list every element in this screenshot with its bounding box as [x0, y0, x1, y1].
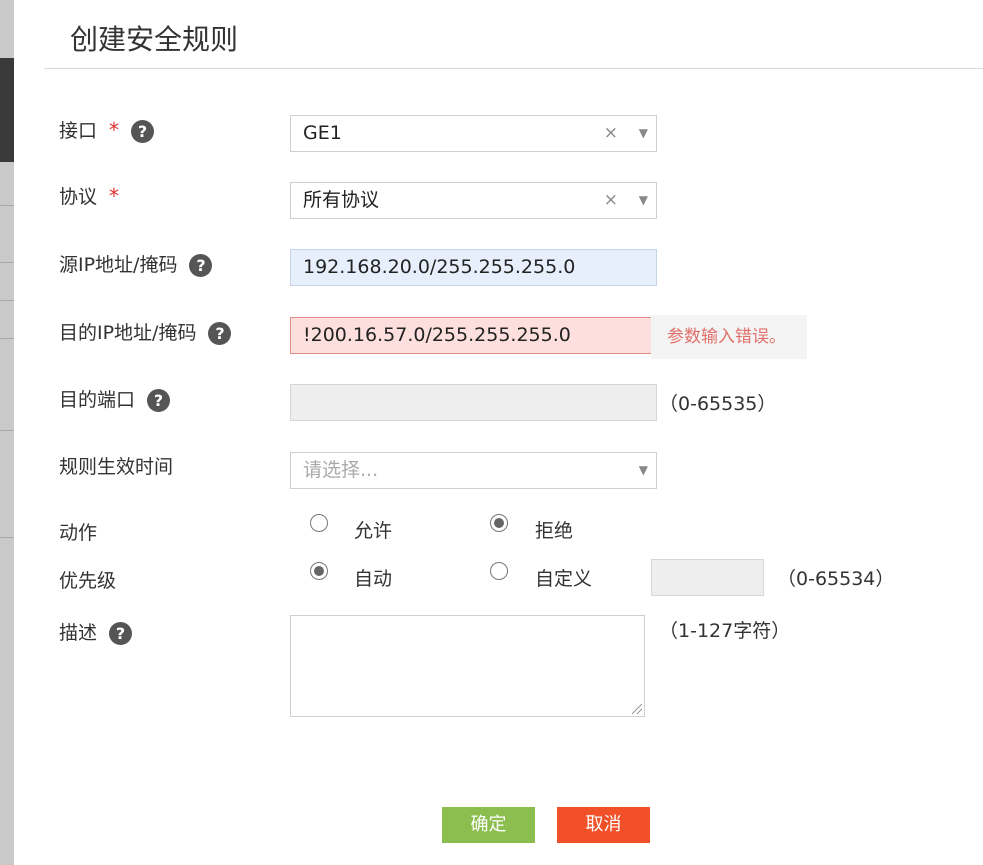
background-divider	[0, 205, 14, 206]
priority-label-row: 优先级	[59, 566, 116, 593]
background-divider	[0, 300, 14, 301]
priority-custom-radio[interactable]	[490, 562, 508, 580]
source-ip-value: 192.168.20.0/255.255.255.0	[303, 256, 576, 278]
priority-range-hint: （0-65534）	[777, 568, 895, 590]
help-icon[interactable]: ?	[109, 622, 133, 645]
protocol-value: 所有协议	[303, 189, 380, 211]
action-label-row: 动作	[59, 518, 97, 545]
resize-handle-icon[interactable]	[632, 704, 642, 714]
priority-custom-input[interactable]	[651, 559, 764, 596]
description-label-row: 描述?	[59, 618, 133, 645]
interface-value: GE1	[303, 122, 342, 144]
action-label: 动作	[59, 522, 98, 544]
dialog-title: 创建安全规则	[70, 23, 239, 56]
action-deny-radio[interactable]	[490, 514, 508, 532]
clear-icon[interactable]: ×	[604, 183, 618, 218]
chevron-down-icon[interactable]: ▼	[639, 453, 648, 488]
protocol-select[interactable]: 所有协议 × ▼	[290, 182, 657, 219]
dest-ip-label: 目的IP地址/掩码	[59, 322, 197, 344]
interface-select[interactable]: GE1 × ▼	[290, 115, 657, 152]
source-ip-input[interactable]: 192.168.20.0/255.255.255.0	[290, 249, 657, 286]
source-ip-label-row: 源IP地址/掩码?	[59, 250, 213, 277]
confirm-button[interactable]: 确定	[442, 807, 535, 843]
background-divider	[0, 537, 14, 538]
title-divider	[44, 68, 983, 69]
description-length-hint: （1-127字符）	[659, 620, 791, 642]
dest-port-label-row: 目的端口?	[59, 385, 171, 412]
interface-label: 接口	[59, 120, 98, 142]
priority-auto-radio[interactable]	[310, 562, 328, 580]
clear-icon[interactable]: ×	[604, 116, 618, 151]
description-label: 描述	[59, 622, 98, 644]
help-icon[interactable]: ?	[147, 389, 171, 412]
required-star: *	[109, 184, 120, 208]
priority-auto-label[interactable]: 自动	[354, 564, 392, 591]
priority-label: 优先级	[59, 570, 117, 592]
dest-ip-input[interactable]: !200.16.57.0/255.255.255.0	[290, 317, 657, 354]
cancel-button[interactable]: 取消	[557, 807, 650, 843]
dest-port-range-hint: （0-65535）	[659, 393, 777, 415]
background-divider	[0, 430, 14, 431]
interface-label-row: 接口 *?	[59, 116, 155, 143]
dest-ip-error-message: 参数输入错误。	[651, 315, 807, 359]
dest-ip-label-row: 目的IP地址/掩码?	[59, 318, 232, 345]
help-icon[interactable]: ?	[208, 322, 232, 345]
required-star: *	[109, 118, 120, 142]
chevron-down-icon[interactable]: ▼	[639, 183, 648, 218]
background-page	[0, 0, 14, 865]
protocol-label: 协议	[59, 186, 98, 208]
action-allow-radio[interactable]	[310, 514, 328, 532]
action-deny-label[interactable]: 拒绝	[535, 516, 573, 543]
help-icon[interactable]: ?	[189, 254, 213, 277]
background-divider	[0, 338, 14, 339]
background-panel	[0, 58, 14, 162]
action-allow-label[interactable]: 允许	[354, 516, 392, 543]
schedule-select[interactable]: 请选择... ▼	[290, 452, 657, 489]
schedule-label-row: 规则生效时间	[59, 452, 173, 479]
chevron-down-icon[interactable]: ▼	[639, 116, 648, 151]
create-security-rule-dialog: 创建安全规则 接口 *? GE1 × ▼ 协议 * 所有协议 × ▼ 源IP地址/掩…	[14, 0, 983, 865]
dest-port-label: 目的端口	[59, 389, 136, 411]
dest-port-input[interactable]	[290, 384, 657, 421]
source-ip-label: 源IP地址/掩码	[59, 254, 178, 276]
background-divider	[0, 262, 14, 263]
schedule-label: 规则生效时间	[59, 456, 174, 478]
description-textarea[interactable]	[290, 615, 645, 717]
priority-custom-label[interactable]: 自定义	[535, 564, 592, 591]
dest-ip-value: !200.16.57.0/255.255.255.0	[303, 324, 571, 346]
protocol-label-row: 协议 *	[59, 182, 119, 209]
help-icon[interactable]: ?	[131, 120, 155, 143]
schedule-placeholder: 请选择...	[303, 459, 379, 481]
